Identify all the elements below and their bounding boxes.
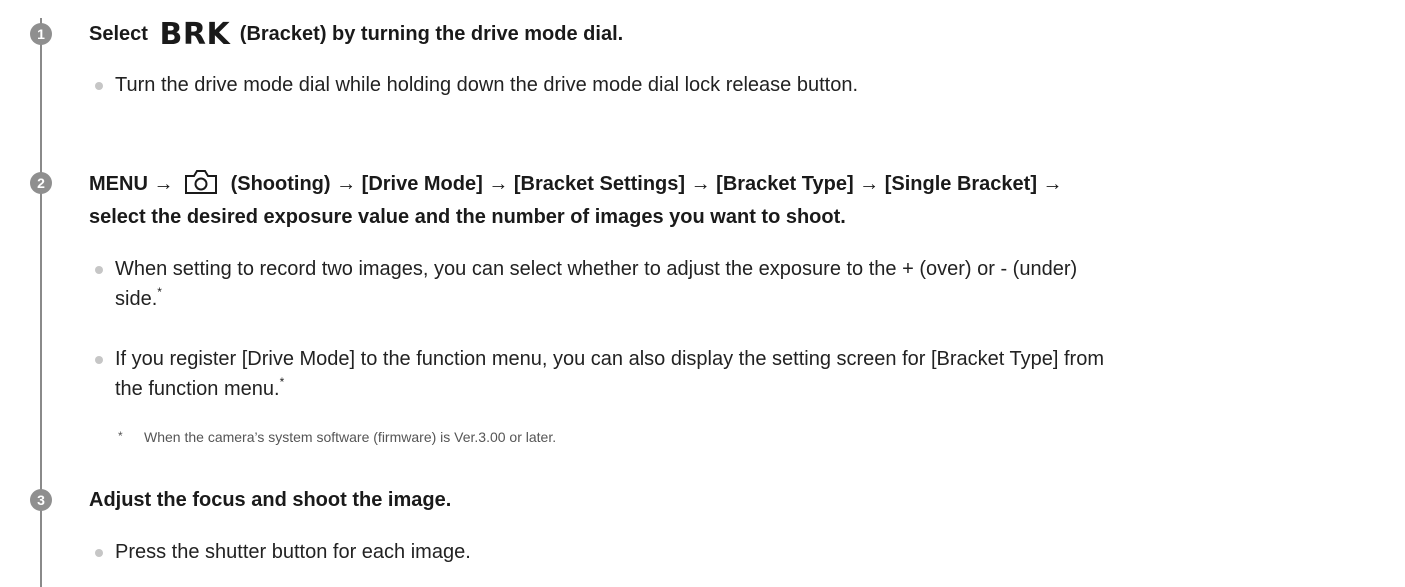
list-item-line-1: When setting to record two images, you c… [115,258,1078,280]
list-item-text: When setting to record two images, you c… [95,254,1077,314]
list-item: Press the shutter button for each image. [95,537,471,567]
step-number-badge-3: 3 [30,489,52,511]
bullet-icon [95,82,103,90]
list-item-text: Press the shutter button for each image. [115,541,471,563]
step-2-title-line-2: select the desired exposure value and th… [89,206,846,228]
list-item-text: Turn the drive mode dial while holding d… [115,74,859,96]
step-number-badge-1: 1 [30,23,52,45]
footnote-text: When the camera’s system software (firmw… [144,429,557,445]
bullet-icon [95,356,103,364]
footnote: * When the camera’s system software (firm… [118,427,556,446]
step-1-title: Select BRK (Bracket) by turning the driv… [89,17,624,52]
list-item: Turn the drive mode dial while holding d… [95,70,858,100]
bullet-icon [95,266,103,274]
list-item: When setting to record two images, you c… [95,254,1077,314]
list-item-line-1: If you register [Drive Mode] to the func… [115,348,1105,370]
step-1-title-prefix: Select [89,23,148,45]
brk-bracket-icon: BRK [159,17,231,52]
footnote-reference: * [157,285,162,299]
footnote-mark: * [118,429,123,443]
step-3-title: Adjust the focus and shoot the image. [89,489,452,511]
list-item-text: If you register [Drive Mode] to the func… [95,344,1104,404]
bullet-icon [95,549,103,557]
footnote-reference: * [279,375,285,389]
step-2-menu-path-prefix: MENU → [89,173,174,195]
list-item-line-2: the function menu. [115,378,280,400]
step-2-menu-path-suffix: (Shooting) → [Drive Mode] → [Bracket Set… [230,173,1063,195]
step-number-badge-2: 2 [30,172,52,194]
camera-shooting-icon [183,169,219,203]
list-item-line-2: side. [115,288,158,310]
step-2-title-line-1: MENU → (Shooting) → [Drive Mode] → [Brac… [89,169,1063,203]
step-1-title-suffix: (Bracket) by turning the drive mode dial… [239,23,624,45]
list-item: If you register [Drive Mode] to the func… [95,344,1104,404]
